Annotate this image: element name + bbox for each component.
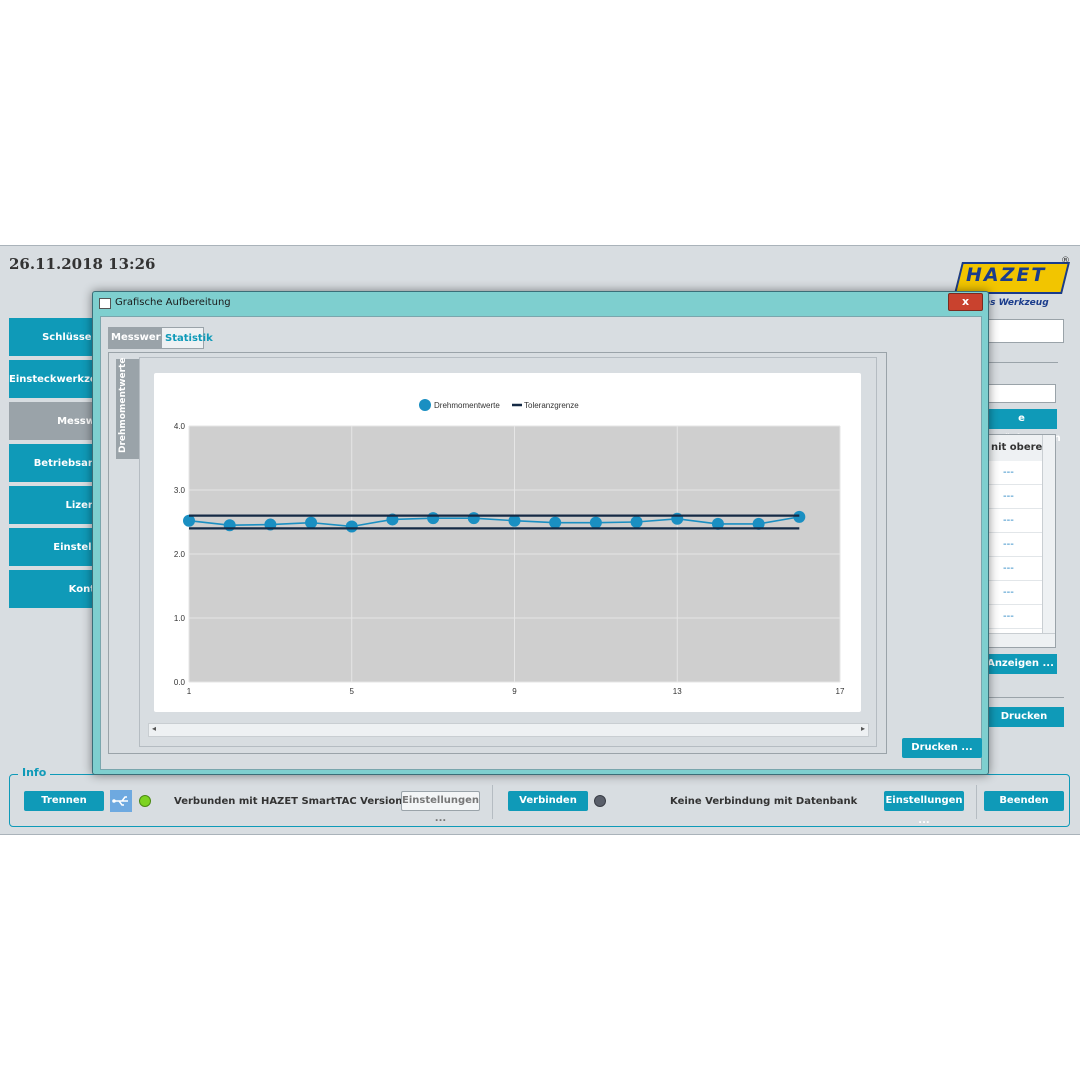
- disconnect-button[interactable]: Trennen: [24, 791, 104, 811]
- x-tick-label: 5: [350, 687, 355, 696]
- print-button[interactable]: Drucken: [984, 707, 1064, 727]
- divider: [492, 785, 493, 819]
- sidebar-item-schluessel[interactable]: Schlüssel: [9, 318, 101, 358]
- reset-button[interactable]: e zurücksetzen: [986, 409, 1061, 444]
- divider: [986, 362, 1058, 363]
- table-vertical-scrollbar[interactable]: [1042, 435, 1055, 635]
- y-tick-label: 0.0: [174, 678, 186, 687]
- values-table: nit oberes Li --- --- --- --- --- --- --…: [988, 434, 1056, 648]
- x-tick-label: 17: [836, 687, 845, 696]
- sidebar-item-messwerte[interactable]: Messw: [9, 402, 101, 442]
- dialog-title: Grafische Aufbereitung: [115, 297, 231, 308]
- device-settings-button[interactable]: Einstellungen ...: [401, 791, 480, 824]
- sidebar-item-einsteckwerkzeug[interactable]: Einsteckwerkzeug: [9, 360, 101, 400]
- sidebar-item-betriebsanleitung[interactable]: Betriebsan: [9, 444, 101, 484]
- logo-tagline: as Werkzeug: [984, 298, 1049, 308]
- connect-button[interactable]: Verbinden: [508, 791, 588, 811]
- scroll-right-arrow[interactable]: ▸: [861, 724, 865, 733]
- sidebar-item-einstellungen[interactable]: Einstell: [9, 528, 101, 568]
- logo-text: HAZET: [966, 264, 1047, 286]
- torque-data-point: [589, 516, 602, 529]
- x-tick-label: 1: [187, 687, 192, 696]
- datetime: 26.11.2018 13:26: [9, 255, 156, 273]
- window-icon: [99, 298, 111, 309]
- db-settings-button[interactable]: Einstellungen ...: [884, 791, 964, 826]
- db-status-text: Keine Verbindung mit Datenbank: [670, 796, 858, 807]
- x-tick-label: 13: [673, 687, 682, 696]
- tab-messwerte[interactable]: Messwerte: [108, 327, 172, 349]
- close-button[interactable]: x: [948, 293, 983, 311]
- dialog-content: Messwerte Statistik Drehmomentwerte 1591…: [100, 316, 982, 770]
- sidebar-item-kontakt[interactable]: Kont: [9, 570, 101, 610]
- right-input-second[interactable]: [986, 384, 1056, 403]
- exit-button[interactable]: Beenden: [984, 791, 1064, 811]
- dialog-print-button[interactable]: Drucken ...: [902, 738, 982, 758]
- torque-data-point: [345, 520, 358, 533]
- device-status-led: [139, 795, 151, 807]
- torque-data-point: [793, 510, 806, 523]
- legend-label-drehmomentwerte: Drehmomentwerte: [434, 401, 500, 410]
- chart-horizontal-scrollbar[interactable]: ◂ ▸: [148, 723, 869, 737]
- torque-data-point: [630, 516, 643, 528]
- y-tick-label: 3.0: [174, 486, 186, 495]
- y-tick-label: 2.0: [174, 550, 186, 559]
- y-tick-label: 4.0: [174, 422, 186, 431]
- divider: [986, 697, 1064, 698]
- torque-chart: 1 5 9 13 17 0.0 1.0 2.0 3.0 4.0 Drehmomentwerte Tol…: [174, 399, 845, 696]
- device-status-text: Verbunden mit HAZET SmartTAC Version 3.0…: [174, 796, 438, 807]
- y-tick-label: 1.0: [174, 614, 186, 623]
- info-legend: Info: [18, 766, 51, 779]
- logo-registered: ®: [1061, 256, 1070, 266]
- show-button[interactable]: Anzeigen ...: [984, 654, 1057, 674]
- chart-card: 1 5 9 13 17 0.0 1.0 2.0 3.0 4.0 Drehmomentwerte Tol…: [154, 373, 861, 712]
- torque-data-point: [467, 512, 480, 525]
- legend-marker-drehmomentwerte: [419, 399, 431, 411]
- torque-data-point: [549, 516, 562, 529]
- torque-data-point: [305, 516, 318, 529]
- table-horizontal-scrollbar[interactable]: [989, 633, 1055, 647]
- usb-icon: [110, 790, 132, 812]
- db-status-led: [594, 795, 606, 807]
- divider: [976, 785, 977, 819]
- info-panel: Info Trennen Verbunden mit HAZET SmartTA…: [9, 766, 1070, 827]
- torque-data-point: [427, 512, 440, 525]
- vertical-tab-drehmomentwerte[interactable]: Drehmomentwerte: [116, 357, 139, 459]
- vertical-tab-label: Drehmomentwerte: [118, 357, 128, 453]
- sidebar-item-lizenz[interactable]: Lizen: [9, 486, 101, 526]
- legend-label-toleranzgrenze: Toleranzgrenze: [524, 401, 579, 410]
- chart-dialog: Grafische Aufbereitung x Messwerte Stati…: [92, 291, 989, 775]
- right-input-top[interactable]: [986, 319, 1064, 343]
- x-tick-label: 9: [512, 687, 517, 696]
- scroll-left-arrow[interactable]: ◂: [152, 724, 156, 733]
- tab-statistik[interactable]: Statistik: [161, 327, 213, 349]
